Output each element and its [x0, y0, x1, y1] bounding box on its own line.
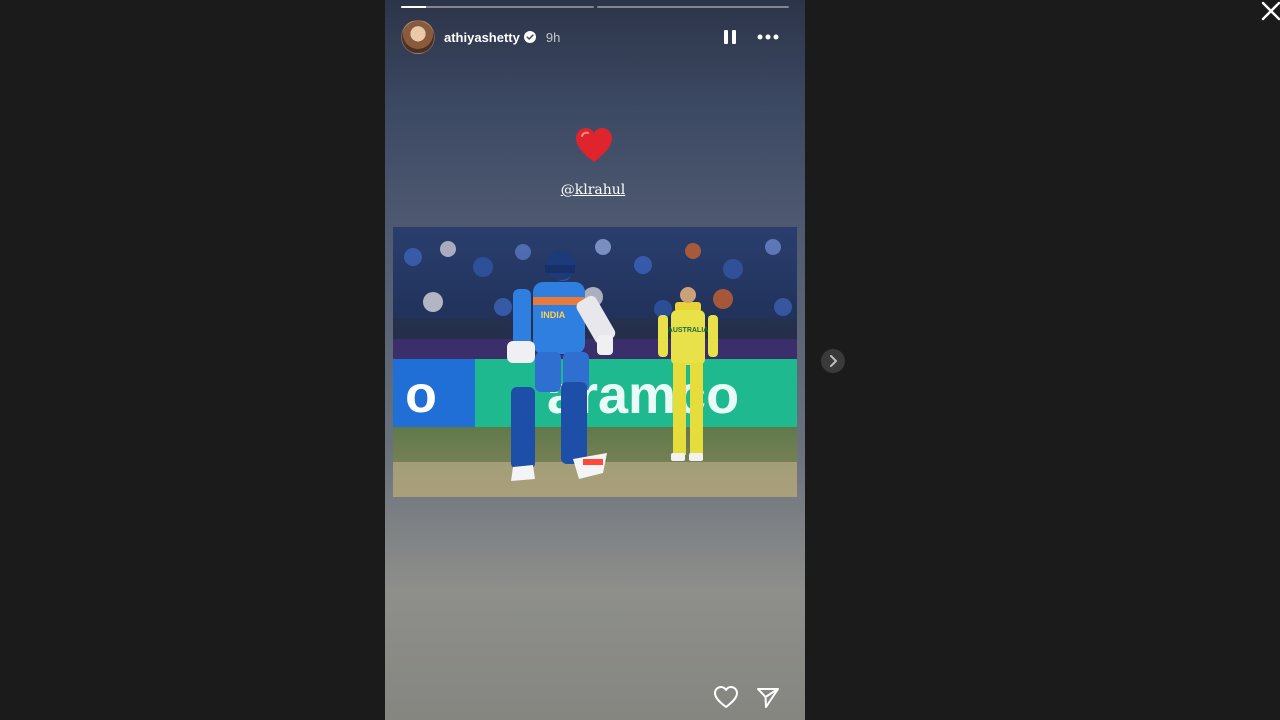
story-progress: [401, 6, 789, 8]
close-button[interactable]: [1260, 0, 1280, 22]
progress-segment: [596, 6, 789, 8]
more-options-icon: [757, 34, 779, 40]
story-viewer[interactable]: athiyashetty 9h @klrahul o aramco AUSTRA…: [385, 0, 805, 720]
pause-button[interactable]: [723, 29, 737, 45]
more-options-button[interactable]: [757, 34, 779, 40]
close-icon[interactable]: [1260, 0, 1280, 22]
next-story-button[interactable]: [821, 349, 845, 373]
story-actions: [713, 685, 781, 711]
svg-text:o: o: [405, 366, 437, 424]
pause-icon: [724, 30, 736, 44]
story-header: athiyashetty 9h: [401, 20, 789, 54]
progress-segment: [401, 6, 594, 8]
story-photo: o aramco AUSTRALIA INDIA: [393, 227, 797, 497]
opponent-jersey-text: AUSTRALIA: [668, 327, 708, 334]
post-time: 9h: [545, 29, 561, 45]
heart-icon: [576, 128, 612, 162]
jersey-text: INDIA: [541, 310, 566, 320]
send-icon[interactable]: [755, 685, 781, 711]
avatar[interactable]: [401, 20, 435, 54]
mention-link[interactable]: @klrahul: [385, 182, 801, 198]
chevron-right-icon: [830, 355, 837, 367]
username[interactable]: athiyashetty: [444, 30, 520, 45]
heart-outline-icon[interactable]: [713, 685, 739, 711]
verified-badge-icon: [523, 31, 536, 43]
